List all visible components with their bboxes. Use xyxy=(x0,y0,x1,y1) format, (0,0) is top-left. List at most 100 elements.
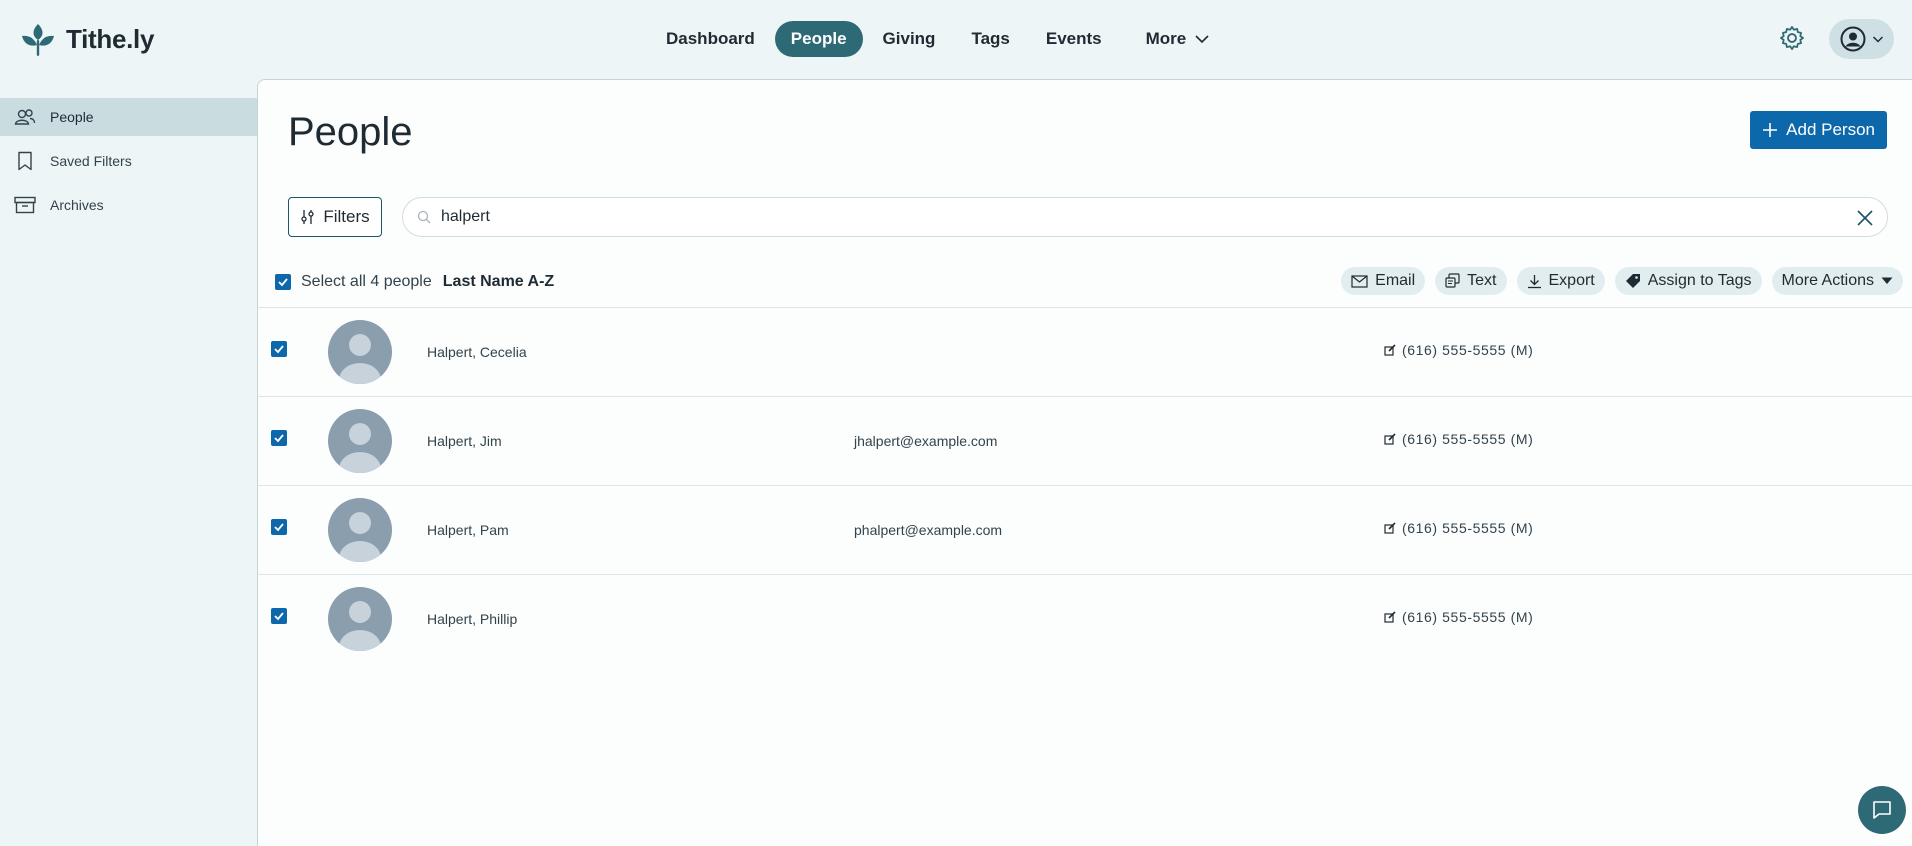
row-checkbox[interactable] xyxy=(271,430,287,446)
sidebar-item-label: Saved Filters xyxy=(50,153,132,169)
text-action-button[interactable]: Text xyxy=(1435,267,1507,295)
edit-icon xyxy=(1384,522,1396,534)
chat-text-icon xyxy=(1445,273,1460,288)
person-email: phalpert@example.com xyxy=(854,522,1003,538)
person-name[interactable]: Halpert, Jim xyxy=(427,433,502,449)
nav-dashboard[interactable]: Dashboard xyxy=(650,21,771,57)
checkmark-icon xyxy=(274,523,284,532)
person-name[interactable]: Halpert, Cecelia xyxy=(427,344,527,360)
nav-people[interactable]: People xyxy=(774,21,863,57)
table-row[interactable]: Halpert, Jim jhalpert@example.com (616) … xyxy=(258,397,1912,486)
checkmark-icon xyxy=(278,278,288,287)
nav-more-label: More xyxy=(1145,29,1187,48)
row-checkbox[interactable] xyxy=(271,519,287,535)
envelope-icon xyxy=(1351,274,1368,288)
row-checkbox[interactable] xyxy=(271,341,287,357)
action-label: Export xyxy=(1548,272,1595,289)
top-navigation: Tithe.ly Dashboard People Giving Tags Ev… xyxy=(0,0,1912,78)
sliders-icon xyxy=(301,210,315,224)
nav-tags[interactable]: Tags xyxy=(955,21,1025,57)
download-icon xyxy=(1527,274,1541,288)
action-label: Assign to Tags xyxy=(1647,272,1752,289)
brand-logo[interactable]: Tithe.ly xyxy=(20,20,154,58)
filters-button[interactable]: Filters xyxy=(288,197,382,237)
brand-name: Tithe.ly xyxy=(66,23,155,54)
checkmark-icon xyxy=(274,434,284,443)
add-person-button[interactable]: Add Person xyxy=(1750,111,1887,149)
person-placeholder-icon xyxy=(339,512,381,562)
main-nav: Dashboard People Giving Tags Events More xyxy=(650,21,1226,57)
phone-number: (616) 555-5555 (M) xyxy=(1402,431,1534,447)
row-checkbox[interactable] xyxy=(271,608,287,624)
close-icon[interactable] xyxy=(1855,208,1875,228)
search-bar xyxy=(402,197,1888,237)
person-email: jhalpert@example.com xyxy=(854,433,998,449)
avatar xyxy=(328,587,392,651)
search-input[interactable] xyxy=(441,208,1821,226)
person-phone: (616) 555-5555 (M) xyxy=(1384,609,1533,625)
plus-icon xyxy=(1763,123,1778,137)
chat-bubble-icon xyxy=(1873,801,1891,819)
sidebar: People Saved Filters Archives xyxy=(0,98,257,230)
page-title: People xyxy=(288,110,413,154)
add-person-label: Add Person xyxy=(1786,120,1875,139)
assign-tags-action-button[interactable]: Assign to Tags xyxy=(1614,267,1762,295)
export-action-button[interactable]: Export xyxy=(1516,267,1605,295)
nav-events[interactable]: Events xyxy=(1030,21,1118,57)
list-toolbar: Select all 4 people Last Name A-Z Email … xyxy=(258,265,1912,301)
people-list: Halpert, Cecelia (616) 555-5555 (M) Halp… xyxy=(258,307,1912,664)
table-row[interactable]: Halpert, Pam phalpert@example.com (616) … xyxy=(258,486,1912,575)
phone-number: (616) 555-5555 (M) xyxy=(1402,342,1534,358)
account-menu-button[interactable] xyxy=(1829,19,1894,59)
select-all: Select all 4 people Last Name A-Z xyxy=(275,273,554,291)
sidebar-item-people[interactable]: People xyxy=(0,98,257,136)
phone-number: (616) 555-5555 (M) xyxy=(1402,609,1534,625)
bulk-actions: Email Text Export Assign to Tags More Ac… xyxy=(1341,267,1903,295)
person-name[interactable]: Halpert, Phillip xyxy=(427,611,517,627)
user-avatar-icon xyxy=(1840,26,1865,52)
leaf-logo-icon xyxy=(22,24,54,56)
search-icon xyxy=(417,210,431,224)
sidebar-item-label: Archives xyxy=(50,197,104,213)
person-placeholder-icon xyxy=(339,423,381,473)
checkmark-icon xyxy=(274,345,284,354)
nav-giving[interactable]: Giving xyxy=(867,21,952,57)
select-all-label[interactable]: Select all 4 people xyxy=(301,273,432,291)
main-panel: People Add Person Filters Select all 4 p… xyxy=(257,79,1912,846)
select-all-checkbox[interactable] xyxy=(275,274,291,290)
bookmark-icon xyxy=(14,150,36,172)
nav-more[interactable]: More xyxy=(1130,21,1227,57)
person-phone: (616) 555-5555 (M) xyxy=(1384,520,1533,536)
filters-label: Filters xyxy=(323,207,370,226)
caret-down-icon xyxy=(1881,277,1893,284)
table-row[interactable]: Halpert, Cecelia (616) 555-5555 (M) xyxy=(258,308,1912,397)
sidebar-item-archives[interactable]: Archives xyxy=(0,186,257,224)
checkmark-icon xyxy=(274,612,284,621)
avatar xyxy=(328,498,392,562)
sort-dropdown[interactable]: Last Name A-Z xyxy=(443,273,554,291)
person-placeholder-icon xyxy=(339,601,381,651)
sidebar-item-label: People xyxy=(50,109,94,125)
person-placeholder-icon xyxy=(339,334,381,384)
email-action-button[interactable]: Email xyxy=(1341,267,1426,295)
person-phone: (616) 555-5555 (M) xyxy=(1384,342,1533,358)
chat-support-button[interactable] xyxy=(1858,786,1906,834)
person-phone: (616) 555-5555 (M) xyxy=(1384,431,1533,447)
gear-icon[interactable] xyxy=(1778,24,1806,52)
edit-icon xyxy=(1384,344,1396,356)
chevron-down-icon xyxy=(1872,36,1883,43)
archive-box-icon xyxy=(14,194,36,216)
chevron-down-icon xyxy=(1195,35,1209,44)
table-row[interactable]: Halpert, Phillip (616) 555-5555 (M) xyxy=(258,575,1912,664)
person-name[interactable]: Halpert, Pam xyxy=(427,522,509,538)
more-actions-button[interactable]: More Actions xyxy=(1771,267,1903,295)
sidebar-item-saved-filters[interactable]: Saved Filters xyxy=(0,142,257,180)
action-label: Text xyxy=(1467,272,1497,289)
phone-number: (616) 555-5555 (M) xyxy=(1402,520,1534,536)
action-label: More Actions xyxy=(1781,272,1874,289)
action-label: Email xyxy=(1375,272,1416,289)
avatar xyxy=(328,320,392,384)
edit-icon xyxy=(1384,611,1396,623)
people-icon xyxy=(14,106,36,128)
avatar xyxy=(328,409,392,473)
